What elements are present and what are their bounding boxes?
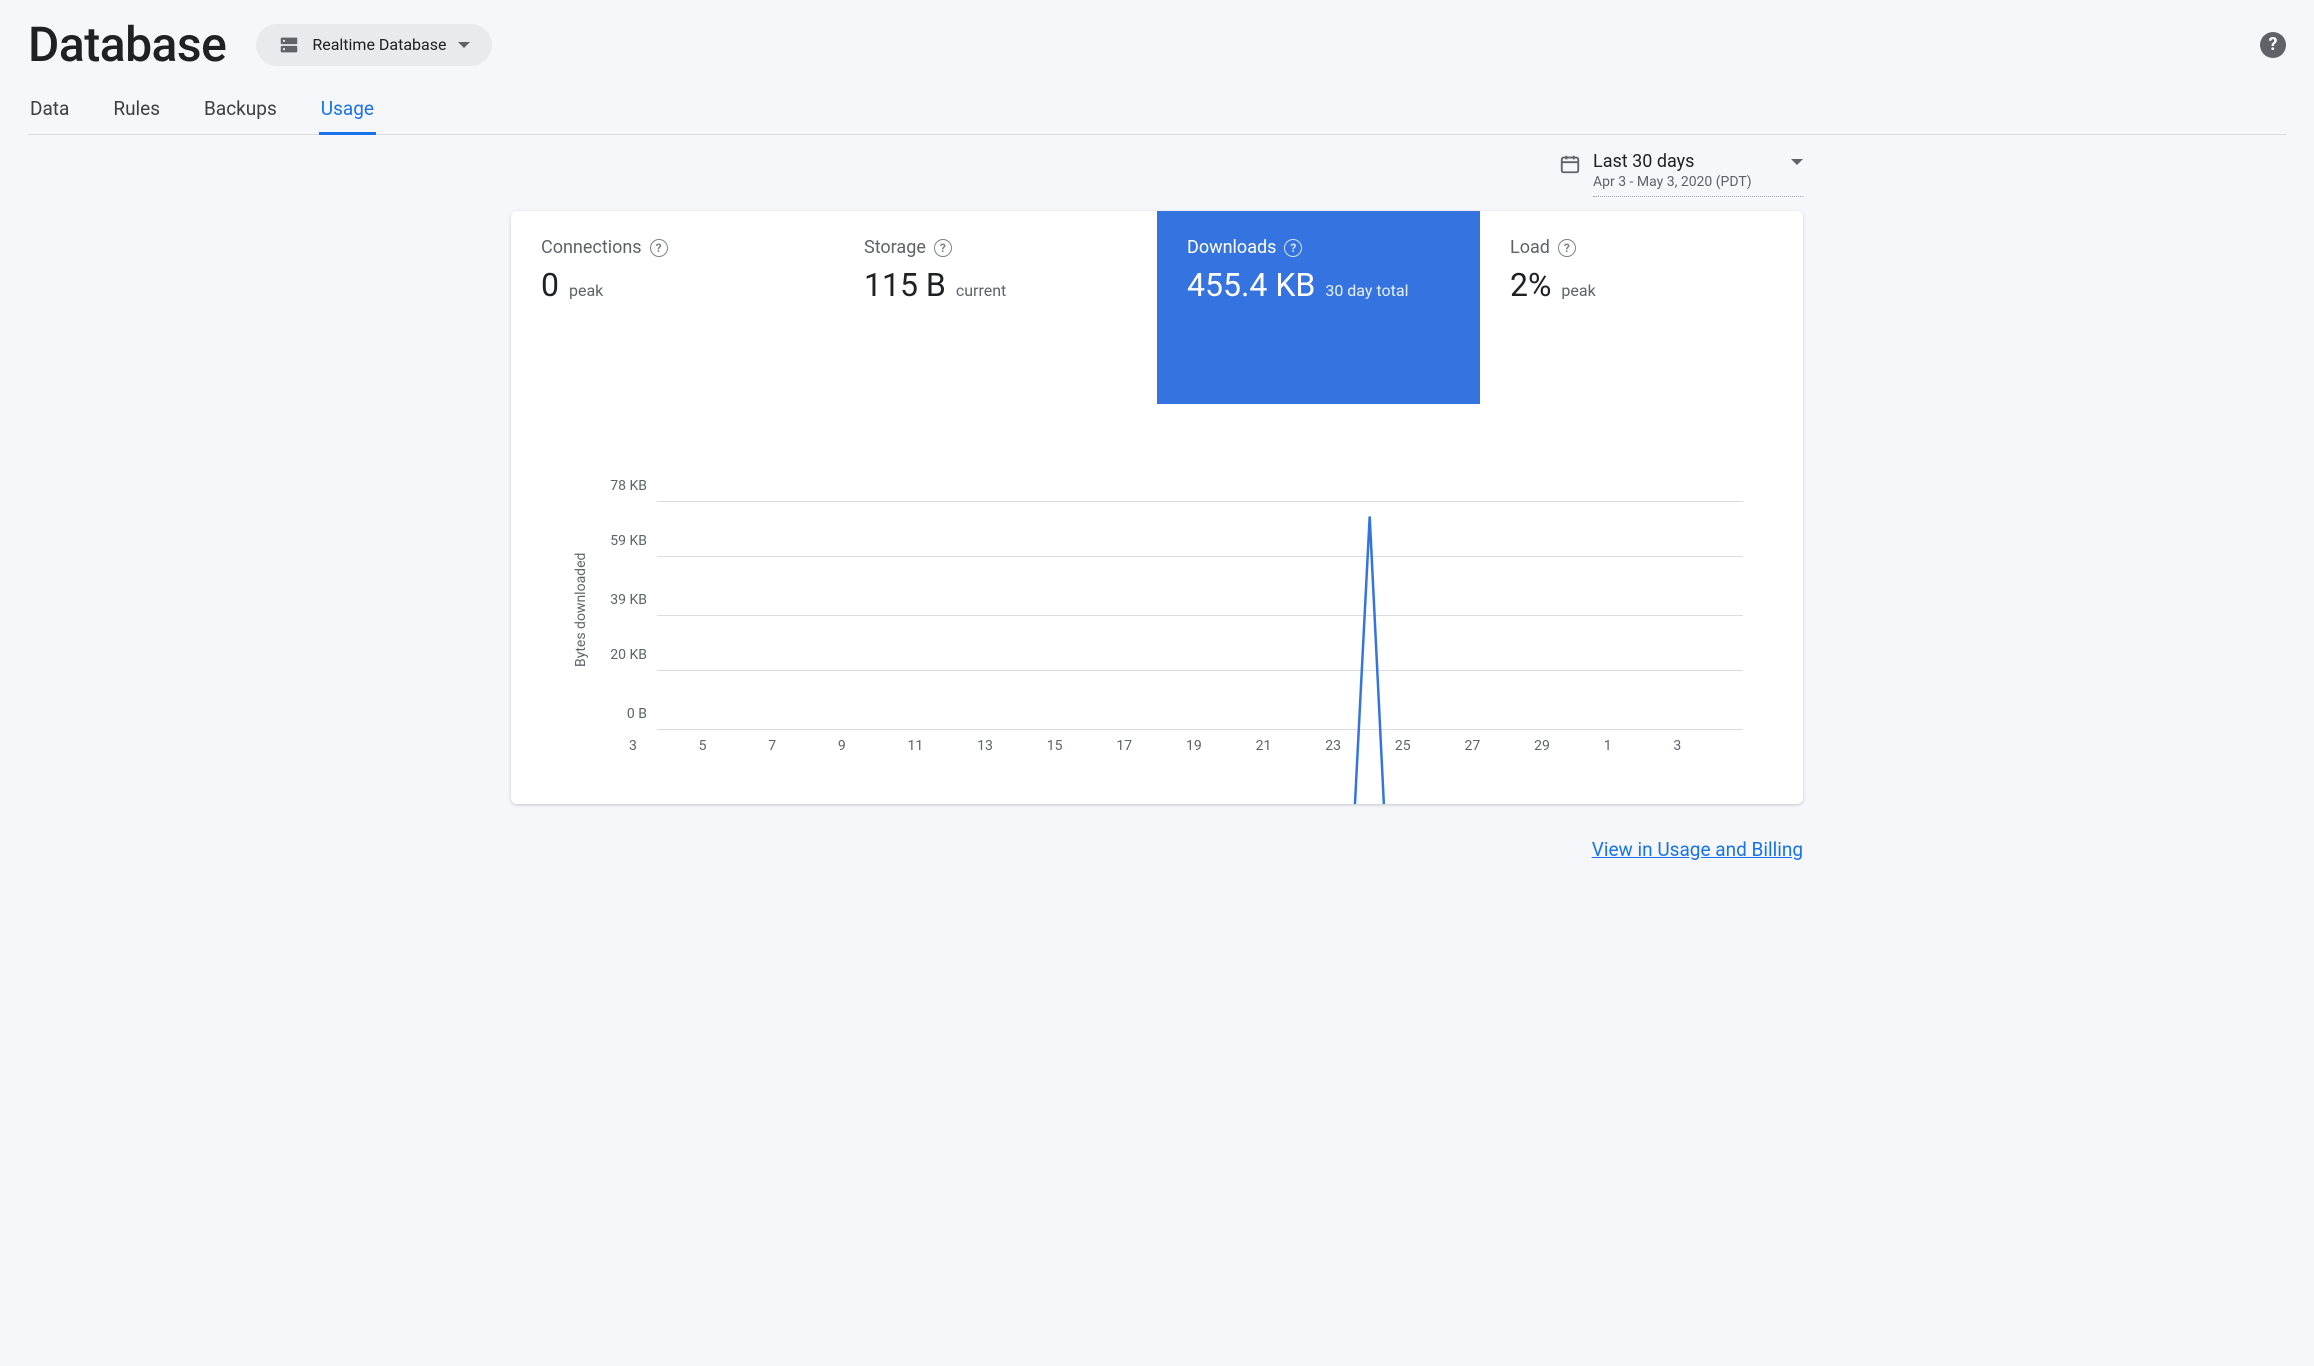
date-range-label: Last 30 days bbox=[1593, 151, 1694, 172]
ytick: 78 KB bbox=[610, 478, 647, 494]
page-title: Database bbox=[28, 16, 226, 73]
metrics-row: Connections? 0 peak Storage? 115 B current Dow… bbox=[511, 211, 1803, 404]
ytick: 0 B bbox=[627, 706, 647, 722]
chevron-down-icon bbox=[458, 42, 470, 48]
ytick: 59 KB bbox=[610, 533, 647, 549]
metric-value: 455.4 KB bbox=[1187, 266, 1315, 304]
info-icon[interactable]: ? bbox=[934, 239, 952, 257]
chart-ylabel: Bytes downloaded bbox=[567, 490, 595, 730]
metric-label: Downloads bbox=[1187, 237, 1276, 258]
metric-sublabel: 30 day total bbox=[1325, 281, 1408, 300]
metric-label: Load bbox=[1510, 237, 1550, 258]
metric-sublabel: current bbox=[956, 281, 1006, 300]
tab-data[interactable]: Data bbox=[28, 87, 71, 134]
metric-sublabel: peak bbox=[569, 281, 603, 300]
metric-sublabel: peak bbox=[1561, 281, 1595, 300]
metric-load[interactable]: Load? 2% peak bbox=[1480, 211, 1803, 404]
chevron-down-icon bbox=[1791, 159, 1803, 165]
metric-connections[interactable]: Connections? 0 peak bbox=[511, 211, 834, 404]
view-in-usage-and-billing-link[interactable]: View in Usage and Billing bbox=[1592, 838, 1803, 861]
metric-value: 2% bbox=[1510, 266, 1551, 304]
ytick: 39 KB bbox=[610, 592, 647, 608]
database-stack-icon bbox=[278, 34, 300, 56]
metric-label: Storage bbox=[864, 237, 926, 258]
tabs: Data Rules Backups Usage bbox=[28, 87, 2286, 135]
calendar-icon bbox=[1559, 151, 1581, 179]
tab-usage[interactable]: Usage bbox=[319, 87, 376, 134]
info-icon[interactable]: ? bbox=[650, 239, 668, 257]
help-icon[interactable]: ? bbox=[2260, 32, 2286, 58]
metric-label: Connections bbox=[541, 237, 642, 258]
database-selector[interactable]: Realtime Database bbox=[256, 24, 492, 66]
metric-downloads[interactable]: Downloads? 455.4 KB 30 day total bbox=[1157, 211, 1480, 404]
metric-storage[interactable]: Storage? 115 B current bbox=[834, 211, 1157, 404]
tab-backups[interactable]: Backups bbox=[202, 87, 279, 134]
tab-rules[interactable]: Rules bbox=[111, 87, 162, 134]
info-icon[interactable]: ? bbox=[1284, 239, 1302, 257]
database-selector-label: Realtime Database bbox=[312, 35, 446, 54]
usage-card: Connections? 0 peak Storage? 115 B current Dow… bbox=[511, 211, 1803, 804]
downloads-chart: Bytes downloaded 0 B 20 KB 39 KB 59 KB 78 KB… bbox=[511, 404, 1803, 804]
date-range-selector[interactable]: Last 30 days Apr 3 - May 3, 2020 (PDT) bbox=[1593, 151, 1803, 197]
metric-value: 0 bbox=[541, 266, 559, 304]
date-range-subtitle: Apr 3 - May 3, 2020 (PDT) bbox=[1593, 174, 1803, 190]
metric-value: 115 B bbox=[864, 266, 946, 304]
ytick: 20 KB bbox=[610, 647, 647, 663]
info-icon[interactable]: ? bbox=[1558, 239, 1576, 257]
